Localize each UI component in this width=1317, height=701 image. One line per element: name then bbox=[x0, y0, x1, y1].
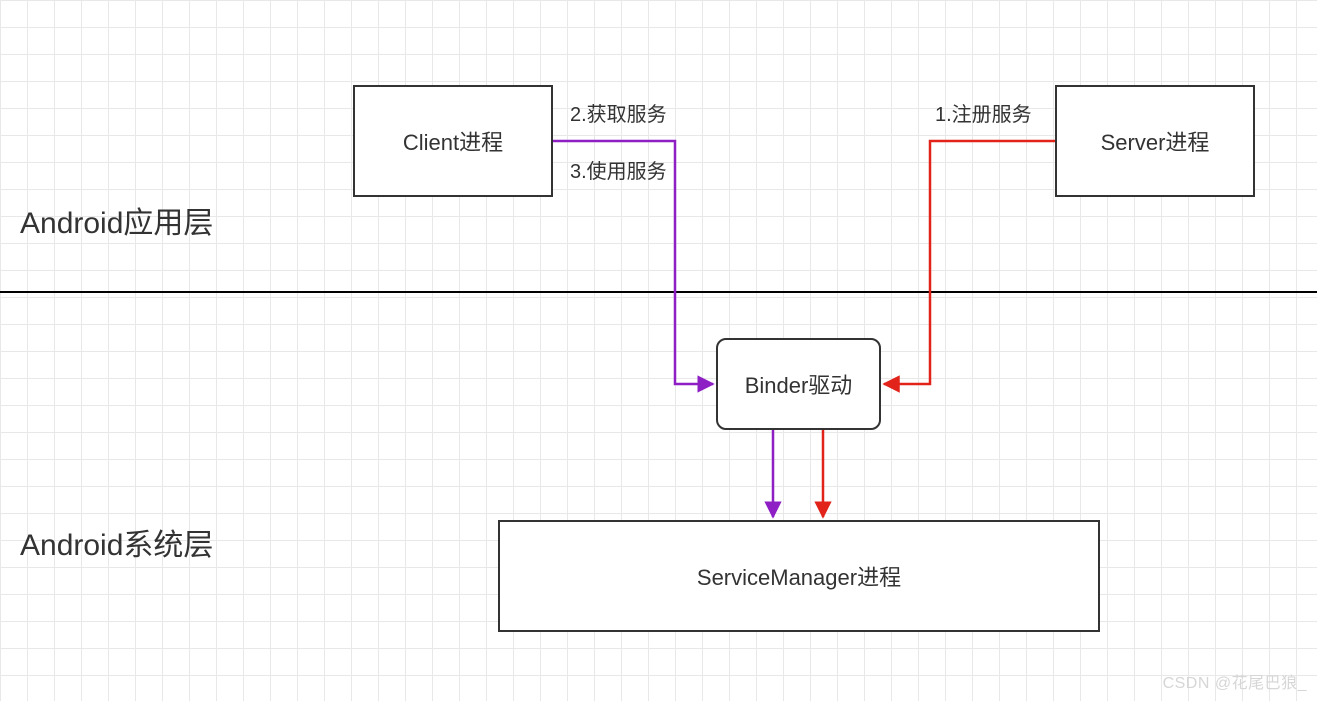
server-box: Server进程 bbox=[1055, 85, 1255, 197]
binder-box-label: Binder驱动 bbox=[745, 368, 853, 400]
server-box-label: Server进程 bbox=[1101, 125, 1210, 157]
step1-label: 1.注册服务 bbox=[935, 98, 1032, 127]
step3-label: 3.使用服务 bbox=[570, 155, 667, 184]
system-layer-label: Android系统层 bbox=[20, 520, 213, 564]
watermark: CSDN @花尾巴狼_ bbox=[1163, 669, 1307, 693]
binder-box: Binder驱动 bbox=[716, 338, 881, 430]
client-box: Client进程 bbox=[353, 85, 553, 197]
register-arrow-to-binder bbox=[884, 141, 1055, 384]
step2-label: 2.获取服务 bbox=[570, 98, 667, 127]
layer-divider bbox=[0, 291, 1317, 293]
client-box-label: Client进程 bbox=[403, 125, 503, 157]
service-manager-box-label: ServiceManager进程 bbox=[697, 560, 901, 592]
service-manager-box: ServiceManager进程 bbox=[498, 520, 1100, 632]
app-layer-label: Android应用层 bbox=[20, 198, 213, 242]
